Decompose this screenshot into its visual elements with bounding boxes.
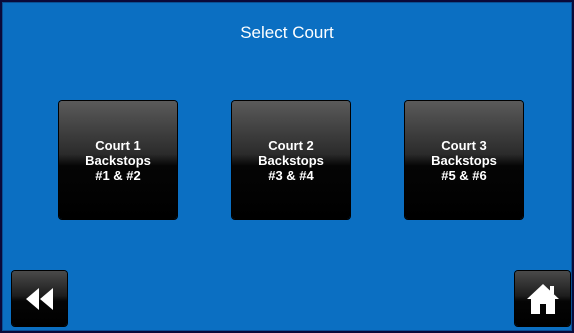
court-1-label: Court 1 [95, 137, 141, 153]
court-1-button[interactable]: Court 1 Backstops #1 & #2 [59, 101, 177, 219]
court-2-button[interactable]: Court 2 Backstops #3 & #4 [232, 101, 350, 219]
court-3-label: Court 3 [441, 137, 487, 153]
home-icon [526, 283, 559, 314]
court-3-button[interactable]: Court 3 Backstops #5 & #6 [405, 101, 523, 219]
court-1-backstops-label: Backstops [85, 152, 151, 168]
court-2-backstops-label: Backstops [258, 152, 324, 168]
select-court-screen: Select Court Court 1 Backstops #1 & #2 C… [2, 2, 572, 331]
court-3-backstops-numbers: #5 & #6 [441, 167, 487, 183]
court-1-backstops-numbers: #1 & #2 [95, 167, 141, 183]
court-2-backstops-numbers: #3 & #4 [268, 167, 314, 183]
court-2-label: Court 2 [268, 137, 314, 153]
rewind-icon [25, 287, 53, 310]
court-3-backstops-label: Backstops [431, 152, 497, 168]
back-button[interactable] [12, 271, 67, 326]
page-title: Select Court [240, 23, 334, 42]
home-button[interactable] [515, 271, 570, 326]
